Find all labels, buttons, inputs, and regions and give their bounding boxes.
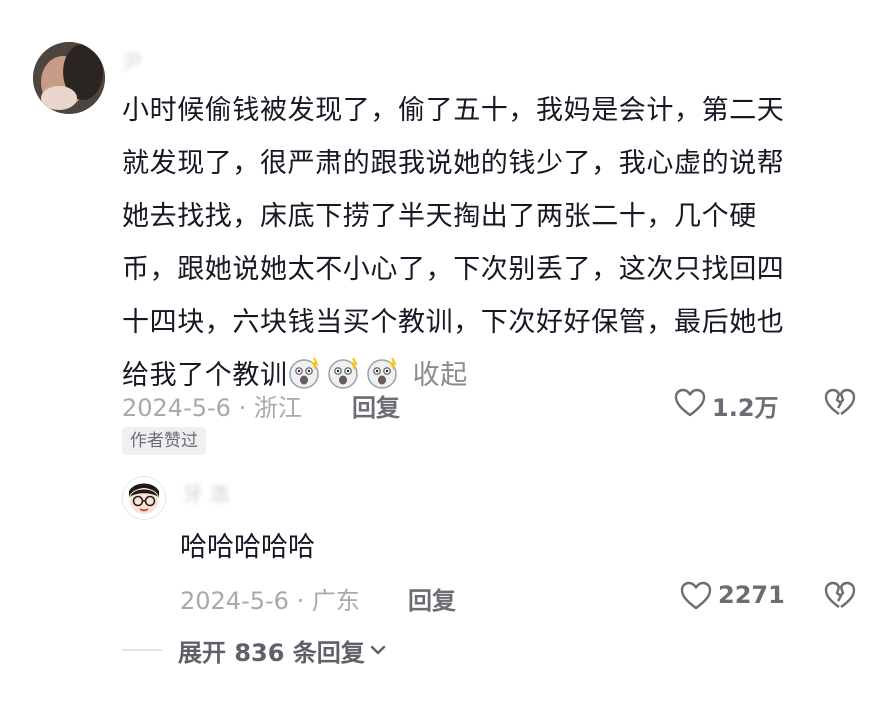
expand-replies-label: 展开 836 条回复 — [178, 638, 365, 667]
username[interactable]: 尹 — [122, 46, 182, 74]
reply-text: 哈哈哈哈哈 — [180, 532, 315, 563]
username[interactable]: 牙 浩 — [183, 478, 263, 506]
reply-button[interactable]: 回复 — [408, 581, 456, 616]
comment-line: 币，跟她说她太不小心了，下次别丢了，这次只找回四 — [122, 254, 785, 285]
expand-replies-button[interactable]: 展开 836 条回复 — [122, 630, 387, 670]
like-heart-icon[interactable] — [673, 386, 707, 420]
comment-line: 小时候偷钱被发现了，偷了五十，我妈是会计，第二天 — [122, 95, 785, 126]
comment-line: 她去找找，床底下捞了半天掏出了两张二十，几个硬 — [122, 201, 757, 232]
collapse-button[interactable]: 收起 — [413, 360, 468, 391]
dislike-broken-heart-icon[interactable] — [823, 386, 857, 420]
avatar[interactable] — [33, 42, 105, 114]
comment-line: 就发现了，很严肃的跟我说她的钱少了，我心虚的说帮 — [122, 148, 785, 179]
reply-button[interactable]: 回复 — [352, 388, 400, 423]
comment-line: 给我了个教训 — [122, 360, 288, 391]
avatar[interactable] — [122, 476, 166, 520]
reply-meta: 2024-5-6 · 广东 — [180, 587, 360, 615]
shocked-face-icon — [288, 355, 322, 389]
shocked-face-icon — [327, 355, 361, 389]
chevron-down-icon — [369, 641, 387, 659]
comment-meta: 2024-5-6 · 浙江 — [122, 394, 302, 422]
comment-line: 十四块，六块钱当买个教训，下次好好保管，最后她也 — [122, 307, 785, 338]
comment-text: 小时候偷钱被发现了，偷了五十，我妈是会计，第二天 就发现了，很严肃的跟我说她的钱… — [122, 84, 842, 402]
like-heart-icon[interactable] — [679, 579, 713, 613]
like-count: 2271 — [718, 581, 785, 609]
author-liked-badge: 作者赞过 — [122, 427, 206, 455]
divider — [122, 649, 162, 651]
dislike-broken-heart-icon[interactable] — [823, 579, 857, 613]
shocked-face-icon — [366, 355, 400, 389]
like-count: 1.2万 — [712, 394, 779, 422]
